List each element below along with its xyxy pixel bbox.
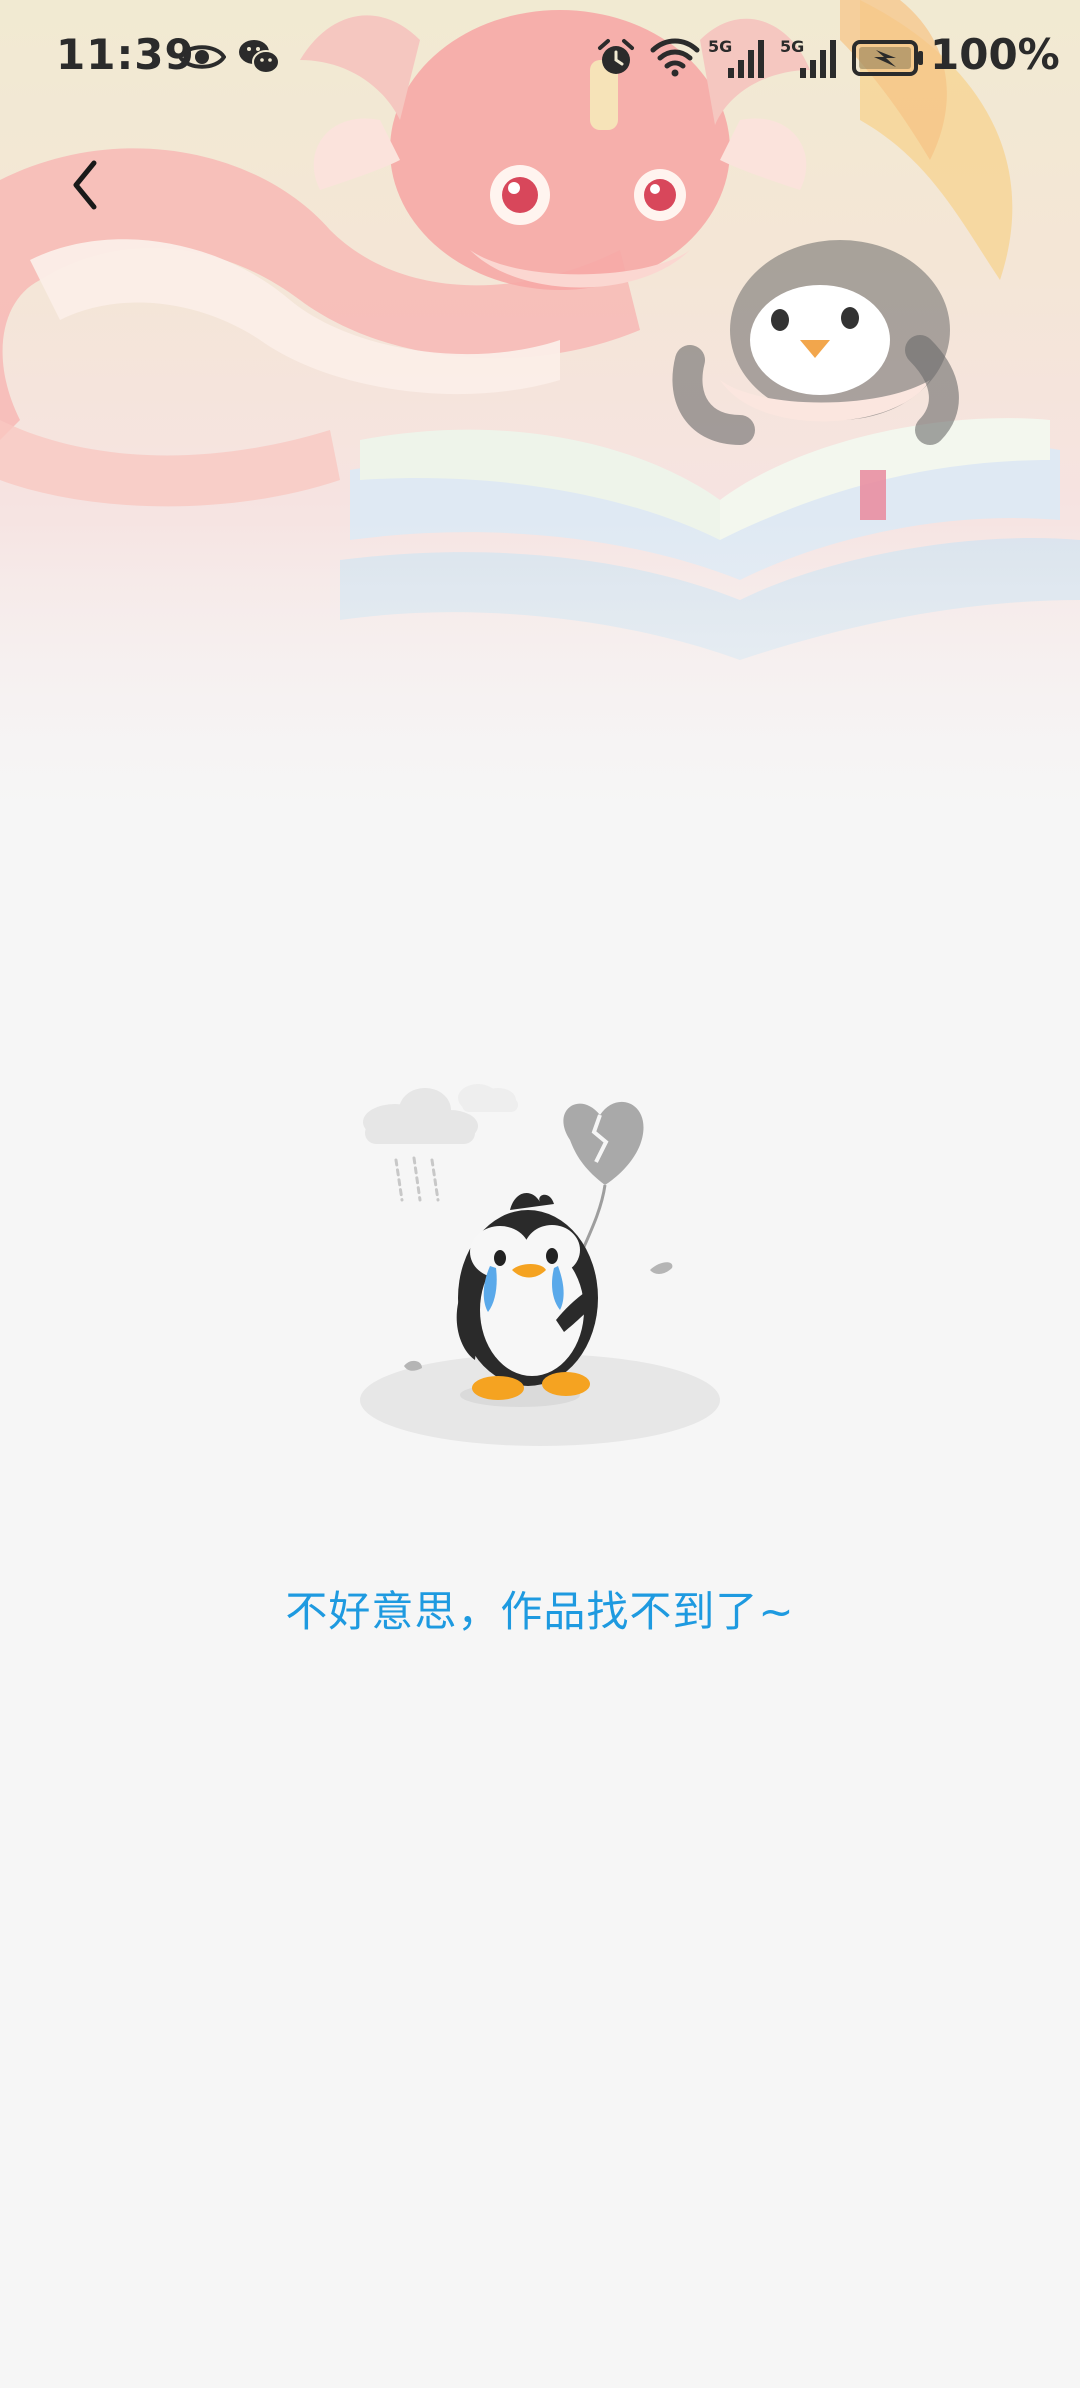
back-button[interactable]	[50, 140, 120, 230]
network-type-label: 5G	[708, 37, 732, 56]
wechat-icon	[238, 38, 280, 80]
hero-fade-overlay	[0, 520, 1080, 860]
signal-icon: 5G	[780, 36, 844, 84]
hero-banner-art	[0, 0, 1080, 860]
crying-penguin-icon	[360, 1084, 720, 1446]
alarm-icon	[596, 38, 636, 82]
status-time: 11:39	[56, 30, 195, 79]
empty-state-message: 不好意思，作品找不到了~	[285, 1587, 795, 1636]
battery-charging-icon	[852, 40, 924, 80]
battery-percent: 100%	[930, 30, 1060, 79]
wifi-icon	[650, 38, 700, 82]
empty-state-illustration	[350, 1070, 730, 1460]
signal-icon: 5G	[708, 36, 772, 84]
status-bar: 11:39 5G 5G 100%	[0, 0, 1080, 120]
chevron-left-icon	[73, 160, 97, 210]
eye-icon	[177, 40, 227, 78]
network-type-label: 5G	[780, 37, 804, 56]
